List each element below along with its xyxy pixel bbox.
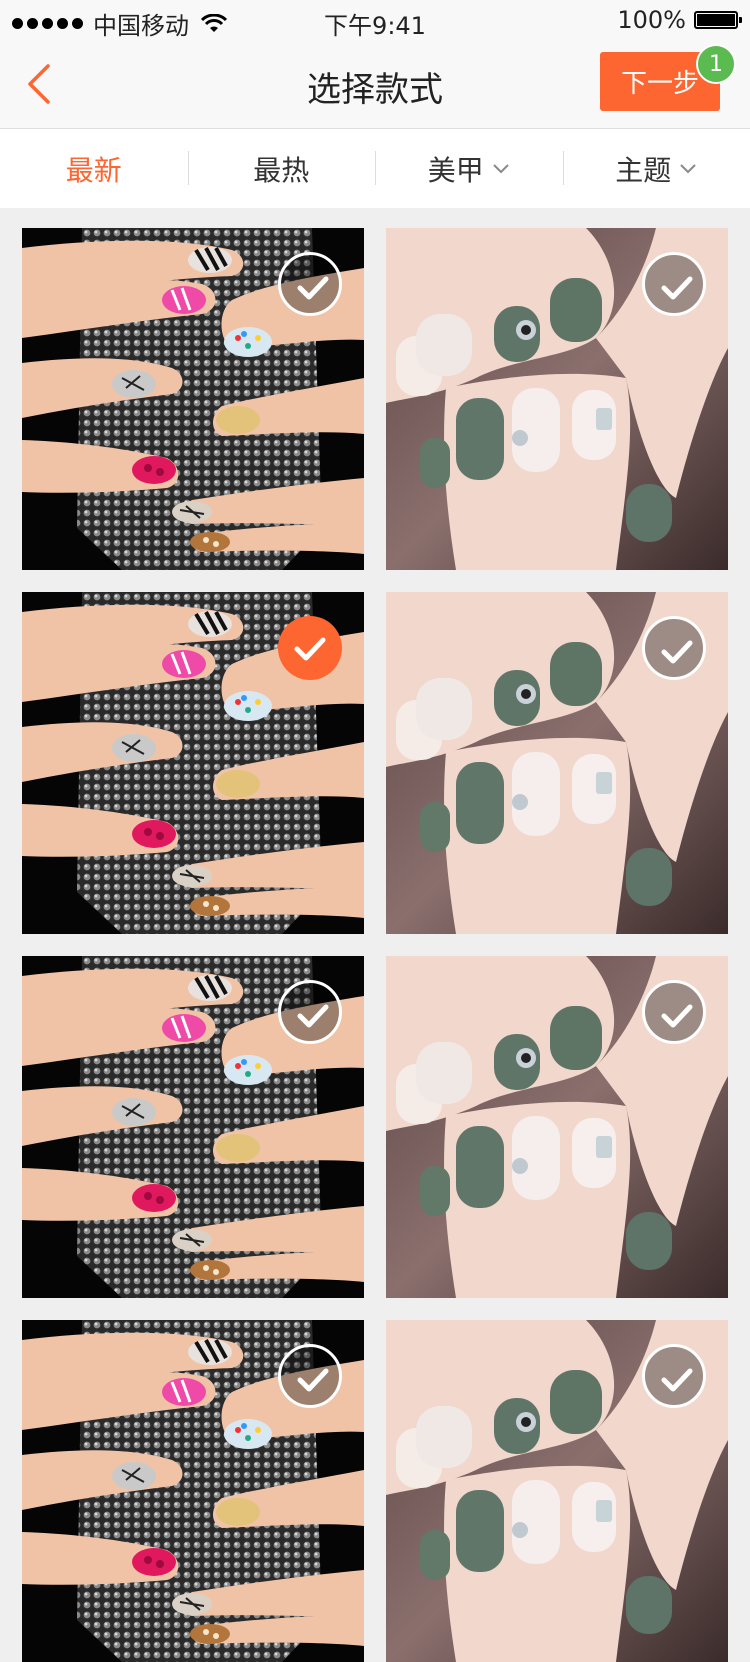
chevron-down-icon bbox=[492, 163, 510, 175]
checkmark-icon[interactable] bbox=[642, 616, 706, 680]
filter-tabs: 最新 最热 美甲 主题 bbox=[0, 129, 750, 208]
style-card[interactable] bbox=[386, 1320, 728, 1662]
chevron-down-icon bbox=[679, 163, 697, 175]
checkmark-icon[interactable] bbox=[642, 980, 706, 1044]
battery-percent: 100% bbox=[617, 6, 686, 34]
status-right: 100% bbox=[617, 6, 738, 34]
style-card[interactable] bbox=[386, 592, 728, 934]
checkmark-icon[interactable] bbox=[278, 252, 342, 316]
style-card[interactable] bbox=[386, 956, 728, 1298]
status-bar: 中国移动 下午9:41 100% bbox=[0, 0, 750, 40]
tab-theme[interactable]: 主题 bbox=[563, 129, 750, 208]
tab-newest[interactable]: 最新 bbox=[0, 129, 188, 208]
style-card[interactable] bbox=[22, 228, 364, 570]
tab-manicure[interactable]: 美甲 bbox=[375, 129, 563, 208]
navigation-bar: 选择款式 下一步 1 bbox=[0, 40, 750, 129]
checkmark-icon[interactable] bbox=[278, 980, 342, 1044]
checkmark-icon[interactable] bbox=[278, 1344, 342, 1408]
checkmark-icon[interactable] bbox=[642, 252, 706, 316]
style-card[interactable] bbox=[22, 592, 364, 934]
tab-hottest[interactable]: 最热 bbox=[188, 129, 376, 208]
tab-label: 主题 bbox=[615, 149, 671, 189]
style-card[interactable] bbox=[22, 956, 364, 1298]
tab-label: 最新 bbox=[66, 149, 122, 189]
checkmark-icon[interactable] bbox=[278, 616, 342, 680]
style-card[interactable] bbox=[386, 228, 728, 570]
tab-label: 美甲 bbox=[428, 149, 484, 189]
selection-count-badge: 1 bbox=[696, 44, 736, 84]
tab-label: 最热 bbox=[253, 149, 309, 189]
style-card[interactable] bbox=[22, 1320, 364, 1662]
battery-icon bbox=[694, 11, 738, 29]
checkmark-icon[interactable] bbox=[642, 1344, 706, 1408]
